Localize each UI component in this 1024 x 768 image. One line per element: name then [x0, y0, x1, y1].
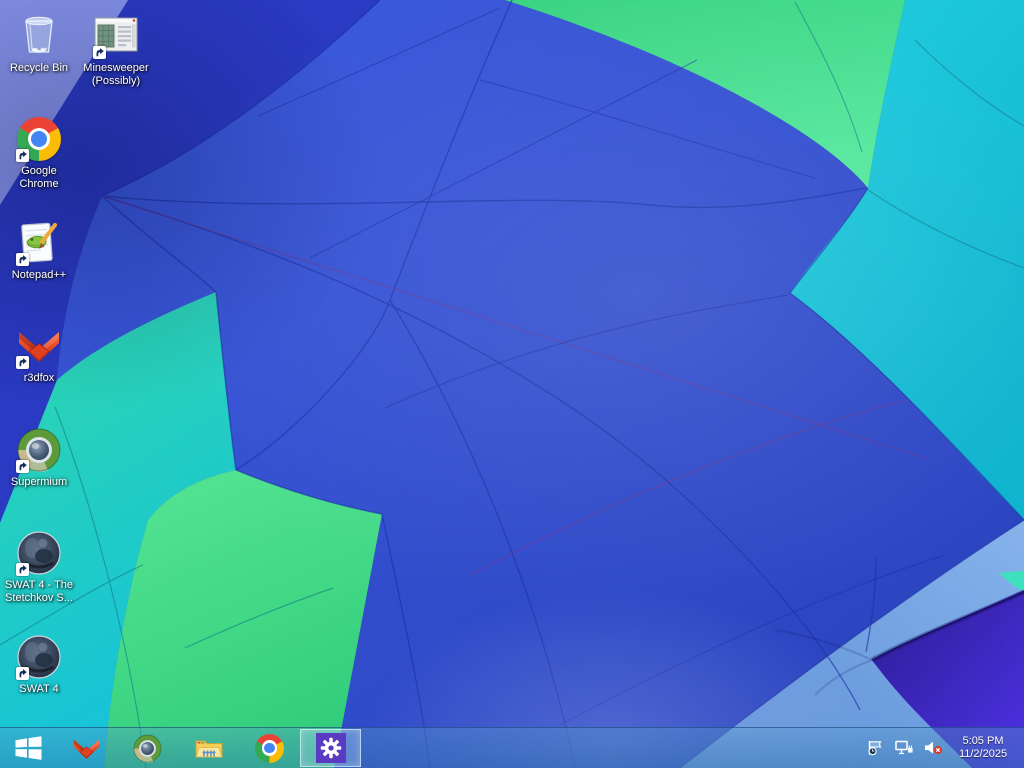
desktop-icon-recycle-bin[interactable]: Recycle Bin	[1, 12, 77, 75]
desktop-icon-supermium[interactable]: Supermium	[1, 426, 77, 489]
windows-logo-icon	[15, 736, 41, 760]
notepad-plus-plus-icon	[15, 219, 63, 267]
taskbar-item-supermium[interactable]	[117, 728, 178, 768]
desktop-icon-r3dfox[interactable]: r3dfox	[1, 322, 77, 385]
shortcut-arrow-icon	[16, 460, 29, 473]
desktop-icon-label: r3dfox	[23, 372, 55, 384]
start-button[interactable]	[0, 728, 56, 768]
desktop-icon-label: SWAT 4 - The Stetchkov S...	[4, 579, 74, 604]
wallpaper-balloon-image	[0, 0, 1024, 768]
desktop-icon-label: Notepad++	[11, 269, 67, 281]
wallpaper	[0, 0, 1024, 768]
desktop-icon-label: SWAT 4	[19, 683, 59, 695]
recycle-bin-icon	[15, 12, 63, 60]
settings-tile	[315, 733, 346, 763]
desktop-icon-google-chrome[interactable]: Google Chrome	[1, 115, 77, 191]
chrome-icon	[15, 115, 63, 163]
taskbar-item-file-explorer[interactable]	[178, 728, 239, 768]
file-explorer-icon	[194, 740, 223, 758]
desktop-icon-notepad-plus-plus[interactable]: Notepad++	[1, 219, 77, 282]
taskbar: 5:05 PM 11/2/2025	[0, 727, 1024, 768]
taskbar-clock[interactable]: 5:05 PM 11/2/2025	[952, 735, 1014, 761]
taskbar-item-r3dfox[interactable]	[56, 728, 117, 768]
swat4-icon	[15, 633, 63, 681]
volume-muted-icon[interactable]	[923, 739, 943, 757]
supermium-icon	[15, 426, 63, 474]
supermium-icon	[133, 734, 162, 763]
shortcut-arrow-icon	[16, 149, 29, 162]
desktop-icon-label: Minesweeper (Possibly)	[83, 62, 149, 87]
shortcut-arrow-icon	[93, 46, 106, 59]
desktop-icon-label: Supermium	[10, 476, 68, 488]
chrome-icon	[255, 733, 284, 763]
system-tray: 5:05 PM 11/2/2025	[865, 728, 1024, 768]
clock-date: 11/2/2025	[958, 748, 1008, 760]
desktop-icon-swat4-stetchkov[interactable]: SWAT 4 - The Stetchkov S...	[1, 529, 77, 605]
shortcut-arrow-icon	[16, 667, 29, 680]
network-icon[interactable]	[894, 739, 914, 757]
desktop-icon-label: Google Chrome	[19, 165, 59, 190]
desktop-icon-label: Recycle Bin	[9, 62, 69, 74]
action-center-flag-icon[interactable]	[865, 739, 885, 757]
taskbar-item-chrome[interactable]	[239, 728, 300, 768]
swat4-icon	[15, 529, 63, 577]
clock-time: 5:05 PM	[962, 735, 1004, 747]
shortcut-arrow-icon	[16, 563, 29, 576]
r3dfox-icon	[15, 322, 63, 370]
r3dfox-icon	[73, 738, 100, 759]
shortcut-arrow-icon	[16, 253, 29, 266]
settings-gear-icon	[320, 737, 341, 759]
desktop-icon-minesweeper[interactable]: Minesweeper (Possibly)	[78, 12, 154, 88]
taskbar-item-settings[interactable]	[300, 729, 361, 767]
minesweeper-icon	[92, 12, 140, 60]
shortcut-arrow-icon	[16, 356, 29, 369]
desktop-icon-swat4[interactable]: SWAT 4	[1, 633, 77, 696]
